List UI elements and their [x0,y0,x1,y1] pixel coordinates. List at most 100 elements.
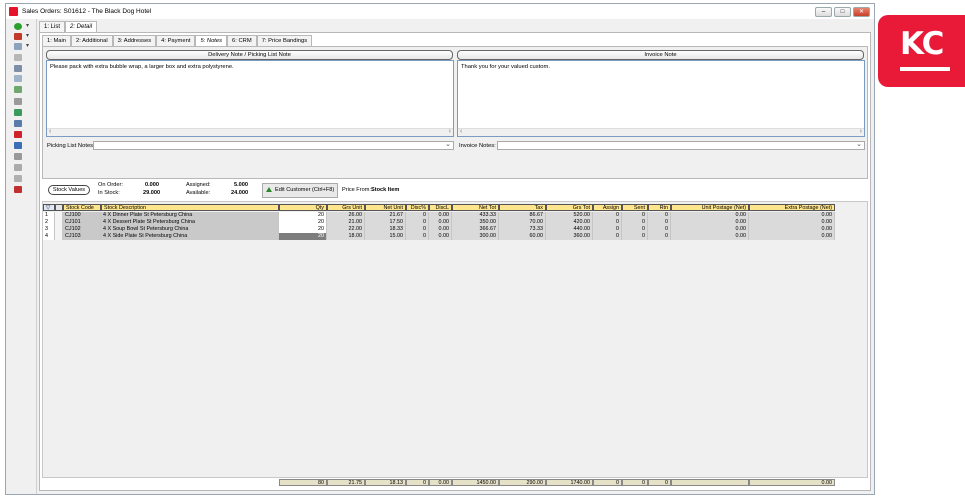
refresh-icon[interactable] [14,86,22,93]
stock-values-button[interactable]: Stock Values [48,185,90,195]
price-from-value: Stock Item [371,187,400,193]
cell-rtn: 0 [648,226,671,233]
cell-net-unit: 18.33 [365,226,406,233]
column-header-sent[interactable]: Sent [622,204,648,211]
column-header-qty[interactable]: Qty [279,204,327,211]
cell-qty[interactable]: 20 [279,233,327,240]
cell-qty[interactable]: 20 [279,226,327,233]
tab-addresses[interactable]: 3: Addresses [112,35,157,46]
cell-tax: 86.67 [499,212,546,219]
cell-rtn: 0 [648,219,671,226]
cell-qty[interactable]: 20 [279,212,327,219]
tab-list[interactable]: 1: List [39,21,66,32]
cell-assign: 0 [593,226,622,233]
column-header-desc[interactable]: Stock Description [101,204,279,211]
cell-net-tot: 366.67 [452,226,499,233]
total-unit-postage-empty [671,479,749,486]
close-button[interactable]: ✕ [853,7,870,17]
import-icon[interactable] [14,109,22,116]
cell-grs-unit: 26.00 [327,212,365,219]
column-header-discl[interactable]: DiscL [429,204,452,211]
logo-underline [900,67,950,71]
print-icon[interactable] [14,98,22,105]
total-extra-post: 0.00 [749,479,835,486]
form-icon[interactable] [14,175,22,182]
cell-net-unit: 15.00 [365,233,406,240]
tab-additional[interactable]: 2: Additional [71,35,113,46]
total-discl: 0.00 [429,479,452,486]
cell-qty[interactable]: 20 [279,219,327,226]
notes-icon[interactable] [14,153,22,160]
column-header-net-unit[interactable]: Net Unit [365,204,406,211]
column-header-unit-post[interactable]: Unit Postage (Net) [671,204,749,211]
cancel-icon[interactable] [14,186,22,193]
cell-grs-unit: 21.00 [327,219,365,226]
delivery-note-scrollbar[interactable] [47,128,453,136]
column-header-net-tot[interactable]: Net Tot [452,204,499,211]
invoice-note-text: Thank you for your valued custom. [461,64,550,70]
filter-icon[interactable]: ▽ [43,204,55,211]
column-header-tax[interactable]: Tax [499,204,546,211]
tab-notes[interactable]: 5: Notes [195,35,228,46]
document-icon[interactable] [14,75,22,82]
total-grs-tot: 1740.00 [546,479,593,486]
cell-extra-post: 0.00 [749,226,835,233]
tab-price-bandings[interactable]: 7: Price Bandings [256,35,313,46]
back-icon[interactable] [14,65,22,72]
total-sent: 0 [622,479,648,486]
total-assign: 0 [593,479,622,486]
cell-tax: 70.00 [499,219,546,226]
tab-main[interactable]: 1: Main [42,35,72,46]
cell-code: CJ100 [63,212,101,219]
cell-n: 1 [43,212,55,219]
cell-net-unit: 21.67 [365,212,406,219]
cell-discl: 0.00 [429,219,452,226]
add-icon[interactable] [14,22,29,30]
column-header-grs-tot[interactable]: Grs Tot [546,204,593,211]
invoice-note-title[interactable]: Invoice Note [457,50,864,60]
row-selector[interactable] [55,212,63,219]
cell-code: CJ101 [63,219,101,226]
tab-crm[interactable]: 6: CRM [227,35,257,46]
cell-grs-unit: 18.00 [327,233,365,240]
detail-panel: 1: Main 2: Additional 3: Addresses 4: Pa… [39,32,871,491]
invoice-notes-select[interactable] [497,140,865,150]
column-header-grs-unit[interactable]: Grs Unit [327,204,365,211]
row-selector[interactable] [55,226,63,233]
window-title: Sales Orders: S01612 - The Black Dog Hot… [22,8,152,15]
export-icon[interactable] [14,120,22,127]
search-icon[interactable] [14,42,29,50]
cell-desc: 4 X Side Plate St Petersburg China [101,233,279,240]
tab-detail[interactable]: 2: Detail [65,21,98,32]
in-stock-value: 29.000 [143,190,161,196]
delivery-note-title[interactable]: Delivery Note / Picking List Note [46,50,453,60]
filter-icon[interactable] [14,54,22,61]
select-all-header[interactable] [55,204,63,211]
row-selector[interactable] [55,219,63,226]
save-icon[interactable] [14,142,22,149]
delete-icon[interactable] [14,131,22,138]
column-header-assign[interactable]: Assign [593,204,622,211]
picking-list-notes-select[interactable] [93,140,454,150]
column-header-extra-post[interactable]: Extra Postage (Net) [749,204,835,211]
tab-payment[interactable]: 4: Payment [156,35,196,46]
cell-discl: 0.00 [429,233,452,240]
delivery-note-textarea[interactable]: Please pack with extra bubble wrap, a la… [46,60,454,137]
invoice-note-scrollbar[interactable] [458,128,864,136]
on-order-value: 0.000 [145,182,159,188]
cell-sent: 0 [622,226,648,233]
maximize-button[interactable]: □ [834,7,851,17]
column-header-disc-pct[interactable]: Disc% [406,204,429,211]
row-selector[interactable] [55,233,63,240]
list-icon[interactable] [14,164,22,171]
invoice-note-textarea[interactable]: Thank you for your valued custom. [457,60,865,137]
left-toolbar [6,19,37,494]
minimize-button[interactable]: – [815,7,832,17]
edit-customer-button[interactable]: Edit Customer (Ctrl+F8) [262,183,339,198]
column-header-rtn[interactable]: Rtn [648,204,671,211]
copy-icon[interactable] [14,32,29,40]
column-header-code[interactable]: Stock Code [63,204,101,211]
cell-sent: 0 [622,233,648,240]
in-stock-label: In Stock: [98,190,120,196]
cell-rtn: 0 [648,233,671,240]
